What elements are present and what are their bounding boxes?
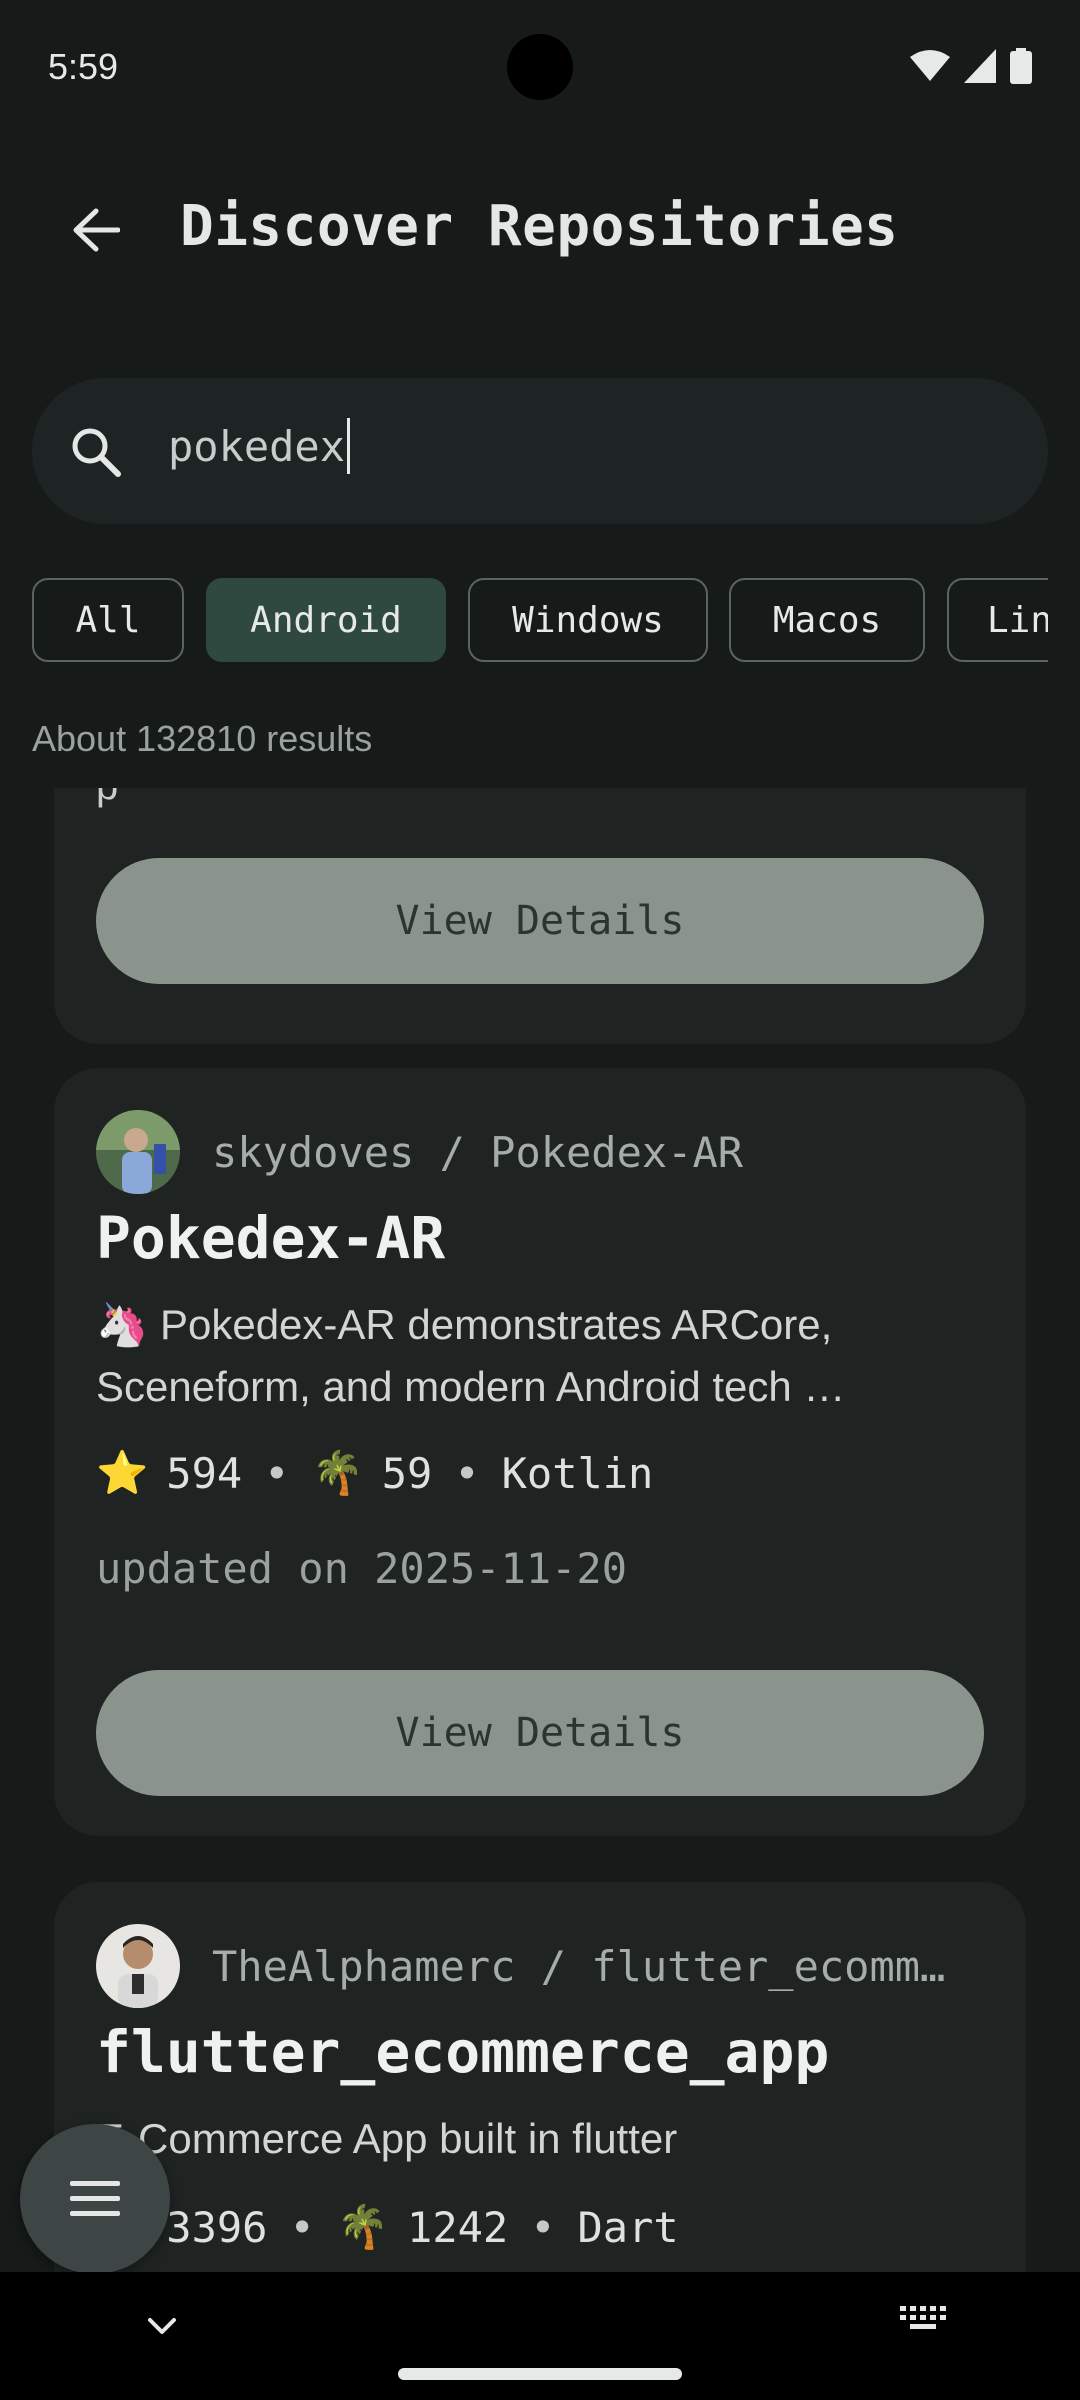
camera-cutout <box>507 34 573 100</box>
chip-windows[interactable]: Windows <box>468 578 708 662</box>
repo-slug: Pokedex-AR <box>490 1127 744 1177</box>
battery-icon <box>1010 48 1032 84</box>
star-icon: ⭐ <box>96 1448 149 1497</box>
search-icon <box>72 428 121 477</box>
repo-description: 🦄 Pokedex-AR demonstrates ARCore, Scenef… <box>96 1294 984 1418</box>
menu-fab[interactable] <box>20 2124 170 2274</box>
arrow-back-icon <box>73 208 120 252</box>
repo-description: E-Commerce App built in flutter <box>96 2108 984 2170</box>
signal-icon <box>964 49 996 83</box>
search-bar[interactable]: pokedex <box>32 378 1048 524</box>
system-nav-bar <box>0 2272 1080 2400</box>
status-time: 5:59 <box>48 46 119 87</box>
status-bar: 5:59 <box>0 0 1080 136</box>
back-button[interactable] <box>56 190 136 270</box>
keyboard-icon <box>900 2306 946 2329</box>
star-count: 594 <box>166 1448 243 1498</box>
repo-stats: ⭐ 594 • 🌴 59 • Kotlin <box>96 1448 653 1498</box>
fork-icon: 🌴 <box>311 1448 364 1497</box>
platform-filter-chips: All Android Windows Macos Linux <box>32 578 1048 662</box>
hide-keyboard-button[interactable] <box>138 2302 186 2350</box>
separator-dot: • <box>289 2202 315 2252</box>
owner-avatar <box>96 1110 180 1194</box>
chevron-down-icon <box>148 2318 176 2334</box>
repo-title: Pokedex-AR <box>96 1204 446 1272</box>
chip-android[interactable]: Android <box>206 578 446 662</box>
chip-linux[interactable]: Linux <box>947 578 1048 662</box>
search-input[interactable]: pokedex <box>168 417 351 474</box>
fork-count: 59 <box>381 1448 433 1498</box>
status-icons <box>910 48 1032 84</box>
owner-avatar <box>96 1924 180 2008</box>
text-caret <box>347 417 351 474</box>
chip-macos[interactable]: Macos <box>729 578 925 662</box>
repo-owner: TheAlphamerc <box>212 1941 516 1991</box>
repo-full-name: skydoves / Pokedex-AR <box>212 1127 744 1177</box>
repo-updated-date: updated on 2025-11-20 <box>96 1544 628 1593</box>
home-gesture-pill[interactable] <box>398 2368 682 2380</box>
repo-card: p View Details <box>54 788 1026 1044</box>
repo-title: flutter_ecommerce_app <box>96 2018 830 2086</box>
page-title: Discover Repositories <box>180 194 899 259</box>
view-details-button[interactable]: View Details <box>96 858 984 984</box>
fork-count: 1242 <box>407 2202 509 2252</box>
repo-description-line: 🦄 Pokedex-AR demonstrates ARCore, <box>96 1301 833 1348</box>
repo-description-line: E-Commerce App built in flutter <box>96 2115 678 2162</box>
repo-description-line: Sceneform, and modern Android tech … <box>96 1363 846 1410</box>
keyboard-switch-button[interactable] <box>898 2302 946 2350</box>
view-details-button[interactable]: View Details <box>96 1670 984 1796</box>
chip-all[interactable]: All <box>32 578 184 662</box>
repo-language: Kotlin <box>501 1448 654 1498</box>
repo-stats: ⭐ 3396 • 🌴 1242 • Dart <box>96 2202 679 2252</box>
repo-card[interactable]: TheAlphamerc / flutter_ecomm… flutter_ec… <box>54 1882 1026 2272</box>
repo-slug: flutter_ecomm… <box>591 1941 946 1991</box>
repository-list[interactable]: p View Details skydoves / Pokedex-AR Pok… <box>0 788 1080 2272</box>
separator-dot: • <box>264 1448 290 1498</box>
menu-icon <box>70 2181 120 2216</box>
fork-icon: 🌴 <box>336 2202 390 2251</box>
separator-dot: • <box>454 1448 480 1498</box>
repo-owner-row: TheAlphamerc / flutter_ecomm… <box>96 1924 945 2008</box>
repo-card[interactable]: skydoves / Pokedex-AR Pokedex-AR 🦄 Poked… <box>54 1068 1026 1836</box>
repo-full-name: TheAlphamerc / flutter_ecomm… <box>212 1941 946 1991</box>
repo-owner: skydoves <box>212 1127 415 1177</box>
star-count: 3396 <box>166 2202 268 2252</box>
wifi-icon <box>910 50 950 81</box>
repo-language: Dart <box>577 2202 679 2252</box>
repo-owner-row: skydoves / Pokedex-AR <box>96 1110 743 1194</box>
search-input-value: pokedex <box>168 422 346 471</box>
repo-description-partial: p <box>96 788 118 809</box>
results-count: About 132810 results <box>32 718 373 759</box>
separator-dot: • <box>530 2202 556 2252</box>
